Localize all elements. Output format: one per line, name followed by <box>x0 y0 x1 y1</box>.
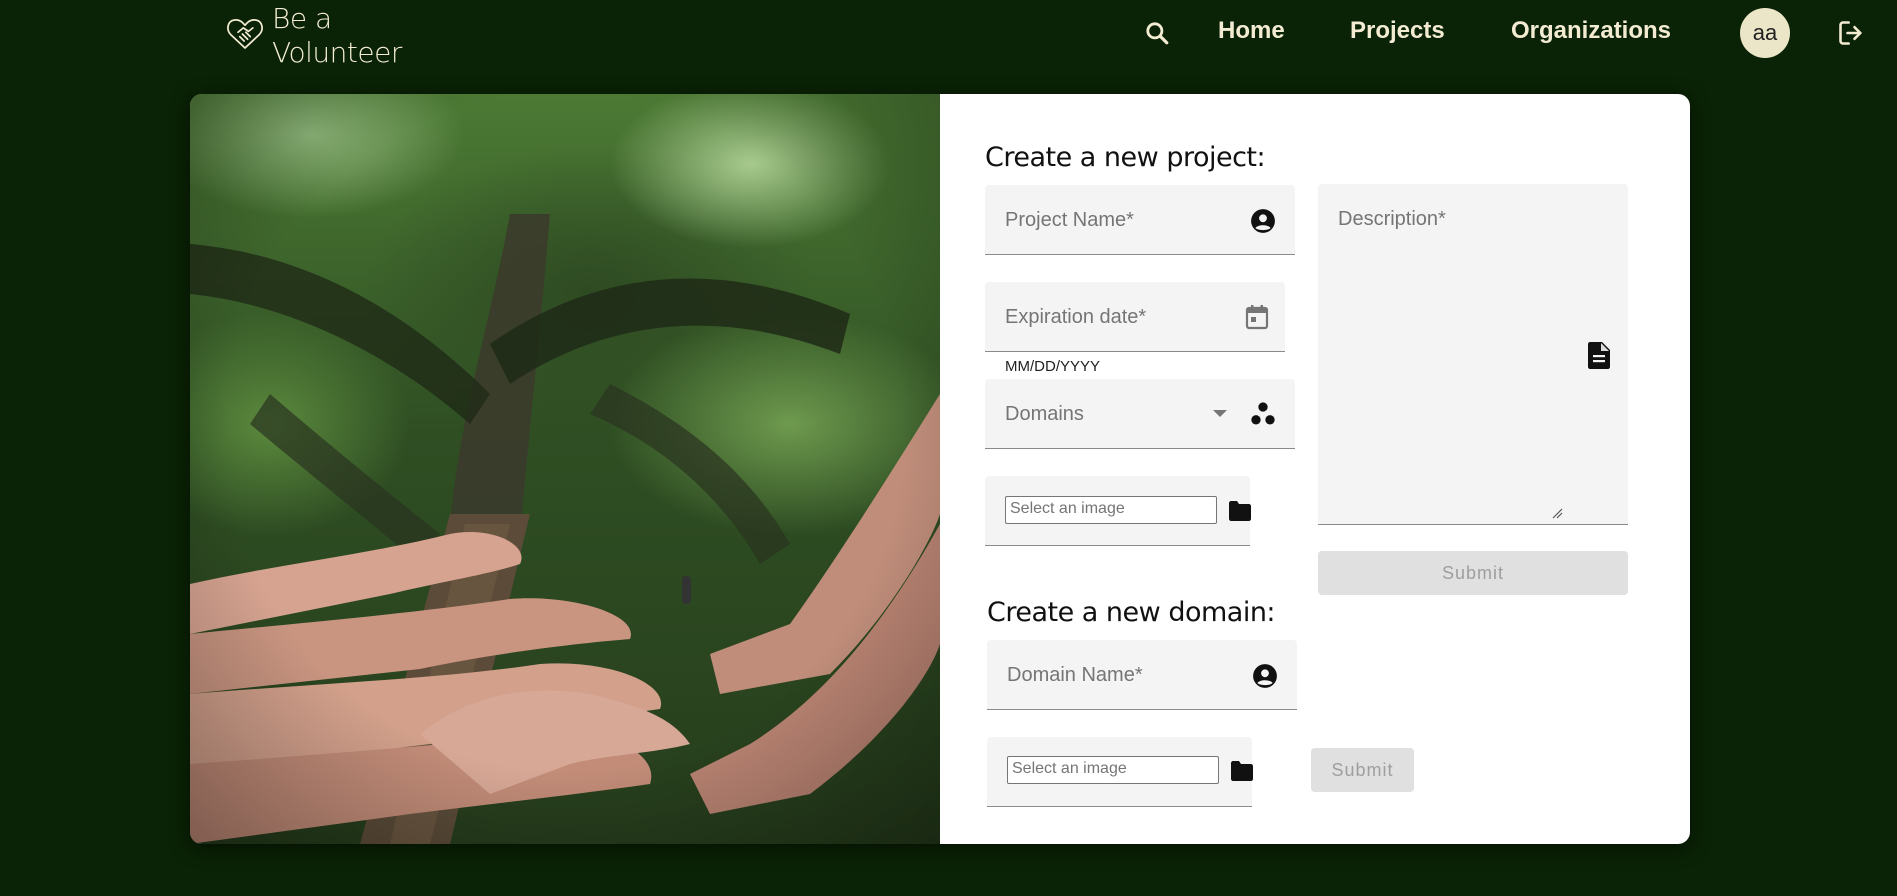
search-icon[interactable] <box>1142 18 1172 48</box>
logo-text-line2: Volunteer <box>272 36 402 69</box>
nav-projects-link[interactable]: Projects <box>1350 17 1445 45</box>
logo[interactable]: Be a Volunteer <box>224 2 402 70</box>
calendar-icon[interactable] <box>1243 302 1271 332</box>
logout-icon[interactable] <box>1836 18 1866 48</box>
domains-placeholder: Domains <box>1005 403 1084 425</box>
project-image-input[interactable]: Select an image <box>1005 496 1217 524</box>
domain-name-placeholder: Domain Name* <box>1007 664 1143 686</box>
logo-text-line1: Be a <box>272 2 332 35</box>
domain-image-field: Select an image <box>987 737 1253 807</box>
chevron-down-icon <box>1212 407 1228 421</box>
project-submit-button[interactable]: Submit <box>1318 551 1628 595</box>
folder-icon[interactable] <box>1220 492 1260 530</box>
form-area: Create a new project: Project Name* Expi… <box>940 94 1690 844</box>
project-name-field[interactable]: Project Name* <box>985 185 1295 255</box>
expiration-date-placeholder: Expiration date* <box>1005 306 1147 328</box>
resize-handle[interactable] <box>1551 506 1563 524</box>
nav-home-link[interactable]: Home <box>1218 17 1285 45</box>
project-name-placeholder: Project Name* <box>1005 209 1134 231</box>
heart-handshake-icon <box>224 13 266 60</box>
nav-organizations-link[interactable]: Organizations <box>1511 17 1671 45</box>
hero-photo <box>190 94 940 844</box>
domain-image-input[interactable]: Select an image <box>1007 756 1219 784</box>
domain-name-field[interactable]: Domain Name* <box>987 640 1297 710</box>
expiration-date-helper: MM/DD/YYYY <box>1005 358 1101 375</box>
avatar[interactable]: aa <box>1740 8 1790 58</box>
document-icon <box>1586 340 1612 370</box>
domain-form-title: Create a new domain: <box>987 597 1276 628</box>
account-circle-icon <box>1249 207 1277 235</box>
folder-icon[interactable] <box>1222 752 1262 790</box>
top-nav-bar: Be a Volunteer Home Projects Organizatio… <box>0 0 1897 70</box>
project-image-field: Select an image <box>985 476 1251 546</box>
workspaces-icon <box>1248 399 1278 429</box>
account-circle-icon <box>1251 662 1279 690</box>
project-form-title: Create a new project: <box>985 142 1266 173</box>
description-placeholder: Description* <box>1338 208 1446 230</box>
domain-submit-button[interactable]: Submit <box>1311 748 1414 792</box>
domains-select[interactable]: Domains <box>985 379 1295 449</box>
create-card: Create a new project: Project Name* Expi… <box>190 94 1690 844</box>
expiration-date-field[interactable]: Expiration date* <box>985 282 1285 352</box>
description-field[interactable]: Description* <box>1318 184 1628 525</box>
